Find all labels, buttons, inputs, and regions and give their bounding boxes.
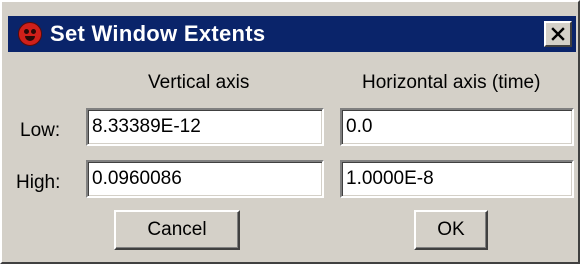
close-button[interactable] [544,21,572,47]
dialog-title: Set Window Extents [50,21,266,46]
high-label: High: [16,172,61,193]
ok-button[interactable]: OK [414,210,488,250]
set-window-extents-dialog: Set Window Extents Vertical axis Horizon… [0,0,580,264]
low-label: Low: [20,120,61,141]
vertical-high-input[interactable] [86,160,324,198]
horizontal-low-input[interactable] [340,108,574,146]
vertical-low-input[interactable] [86,108,324,146]
horizontal-high-input[interactable] [340,160,574,198]
title-bar[interactable]: Set Window Extents [8,16,576,52]
app-icon [18,22,42,46]
cancel-button[interactable]: Cancel [114,210,240,250]
vertical-axis-header: Vertical axis [148,72,250,93]
horizontal-axis-header: Horizontal axis (time) [362,72,541,93]
close-icon [551,27,565,41]
